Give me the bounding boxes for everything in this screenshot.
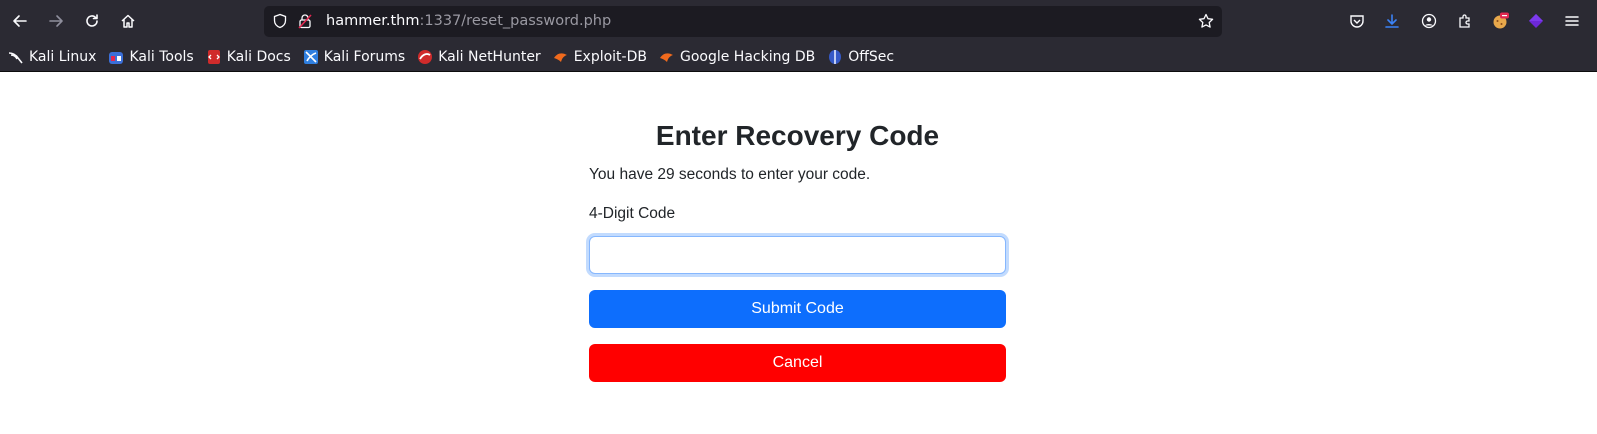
bookmark-exploit-db[interactable]: Exploit-DB bbox=[553, 49, 647, 65]
browser-toolbar: hammer.thm:1337/reset_password.php bbox=[0, 0, 1597, 42]
bookmark-ghdb[interactable]: Google Hacking DB bbox=[659, 49, 815, 65]
menu-button[interactable] bbox=[1563, 12, 1581, 30]
kali-forums-icon bbox=[303, 49, 318, 64]
bookmark-kali-tools[interactable]: Kali Tools bbox=[108, 48, 194, 65]
bookmark-star-icon[interactable] bbox=[1198, 13, 1214, 29]
exploit-db-icon bbox=[553, 52, 567, 62]
page-title: Enter Recovery Code bbox=[655, 120, 940, 151]
account-button[interactable] bbox=[1420, 12, 1438, 30]
extension-cookie-button[interactable] bbox=[1491, 12, 1509, 30]
account-icon bbox=[1421, 13, 1437, 29]
back-button[interactable] bbox=[8, 9, 32, 33]
code-label: 4-Digit Code bbox=[589, 205, 676, 222]
bookmark-label: Kali Linux bbox=[29, 48, 97, 65]
bookmark-kali-linux[interactable]: Kali Linux bbox=[8, 49, 96, 65]
code-input[interactable] bbox=[589, 236, 1006, 274]
downloads-button[interactable] bbox=[1383, 12, 1401, 30]
cancel-button[interactable]: Cancel bbox=[589, 344, 1006, 382]
submit-code-button[interactable]: Submit Code bbox=[589, 290, 1006, 328]
extensions-button[interactable] bbox=[1456, 12, 1474, 30]
arrow-right-icon bbox=[49, 15, 63, 27]
page-content: Enter Recovery Code You have 29 seconds … bbox=[0, 73, 1597, 434]
cookie-extension-icon bbox=[1493, 12, 1509, 29]
pocket-button[interactable] bbox=[1348, 12, 1366, 30]
bookmark-label: Kali NetHunter bbox=[438, 48, 541, 65]
bookmark-kali-forums[interactable]: Kali Forums bbox=[303, 49, 405, 65]
bookmark-label: Kali Docs bbox=[226, 48, 291, 65]
kali-docs-icon bbox=[207, 49, 220, 64]
arrow-left-icon bbox=[13, 15, 27, 27]
kali-nethunter-icon bbox=[418, 49, 433, 64]
bookmark-kali-docs[interactable]: Kali Docs bbox=[206, 49, 291, 65]
kali-dragon-icon bbox=[8, 51, 23, 63]
home-icon bbox=[121, 14, 135, 28]
kali-tools-icon bbox=[109, 51, 124, 64]
bookmark-label: Google Hacking DB bbox=[679, 48, 816, 65]
reload-icon bbox=[86, 14, 98, 27]
bookmark-offsec[interactable]: OffSec bbox=[827, 49, 894, 65]
offsec-icon bbox=[829, 49, 842, 64]
shield-icon[interactable] bbox=[272, 13, 288, 29]
pocket-icon bbox=[1350, 15, 1364, 28]
forward-button[interactable] bbox=[44, 9, 68, 33]
bookmarks-bar: Kali Linux Kali Tools Kali Docs Kali For… bbox=[0, 42, 1597, 72]
url-bar[interactable]: hammer.thm:1337/reset_password.php bbox=[264, 6, 1222, 37]
bookmark-kali-nethunter[interactable]: Kali NetHunter bbox=[417, 48, 541, 65]
bookmark-label: Exploit-DB bbox=[573, 48, 647, 65]
purple-diamond-icon bbox=[1529, 14, 1543, 28]
ghdb-icon bbox=[659, 52, 673, 62]
bookmark-label: Kali Forums bbox=[323, 48, 406, 65]
bookmark-label: Kali Tools bbox=[129, 48, 194, 65]
countdown-text: You have 29 seconds to enter your code. bbox=[589, 166, 871, 183]
reload-button[interactable] bbox=[80, 9, 104, 33]
extension-purple-button[interactable] bbox=[1527, 12, 1545, 30]
download-icon bbox=[1385, 14, 1399, 28]
url-text[interactable]: hammer.thm:1337/reset_password.php bbox=[326, 13, 611, 29]
hamburger-menu-icon bbox=[1565, 16, 1579, 26]
url-path: :1337/reset_password.php bbox=[419, 13, 612, 29]
puzzle-icon bbox=[1459, 14, 1470, 28]
insecure-lock-icon[interactable] bbox=[297, 13, 313, 29]
home-button[interactable] bbox=[116, 9, 140, 33]
bookmark-label: OffSec bbox=[848, 48, 895, 65]
url-host: hammer.thm bbox=[326, 13, 420, 29]
